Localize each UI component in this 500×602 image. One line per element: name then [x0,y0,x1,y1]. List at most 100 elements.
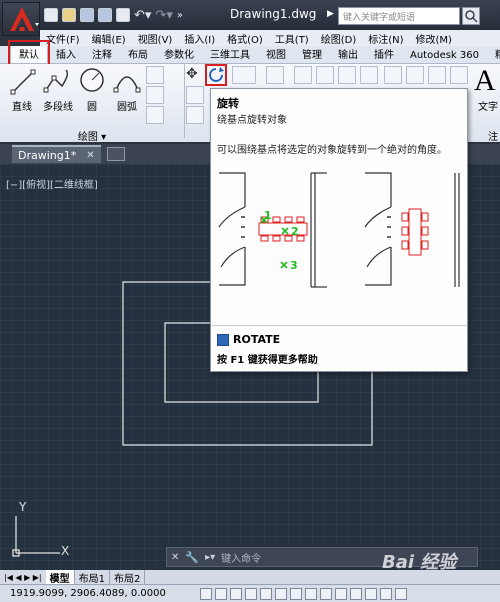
tab-autodesk-360[interactable]: Autodesk 360 [402,49,487,63]
layer-tool-4-icon[interactable] [360,66,378,84]
layer-tool-3-icon[interactable] [338,66,356,84]
print-icon[interactable] [116,8,130,22]
polyline-tool-icon[interactable] [42,66,72,98]
menu-format[interactable]: 格式(O) [221,31,269,46]
layer-tool-1-icon[interactable] [294,66,312,84]
tab-output[interactable]: 输出 [330,46,366,63]
new-file-icon[interactable] [44,8,58,22]
rectangle-tool-icon[interactable] [146,66,164,84]
tab-view[interactable]: 视图 [258,46,294,63]
layer-tool-2-icon[interactable] [316,66,334,84]
tooltip-title: 旋转 [217,97,239,110]
layout-tab-layout1[interactable]: 布局1 [75,570,111,584]
ellipse-tool-icon[interactable] [146,86,164,104]
tab-more[interactable]: 精 [487,46,500,63]
save-as-icon[interactable] [98,8,112,22]
layout-tab-bar: |◀ ◀ ▶ ▶| 模型 布局1 布局2 [0,570,500,584]
close-command-icon[interactable]: ✕ [171,552,179,563]
line-tool-icon[interactable] [8,66,38,98]
erase-tool-icon[interactable] [266,66,284,84]
marker-1: 1 [264,209,272,222]
menu-modify[interactable]: 修改(M) [410,31,458,46]
polar-tracking-icon[interactable] [260,587,272,600]
layer-tool-8-icon[interactable] [450,66,468,84]
coordinate-readout: 1919.9099, 2906.4089, 0.0000 [10,588,166,599]
application-menu-button[interactable] [2,2,40,36]
autocad-logo-icon [10,7,39,31]
command-icon [217,334,229,346]
marker-2: 2 [291,225,299,238]
polyline-tool-label[interactable]: 多段线 [38,98,78,113]
layer-tool-7-icon[interactable] [428,66,446,84]
rotate-tool-button[interactable] [205,64,227,86]
search-input[interactable]: 键入关键字或短语 [338,7,460,25]
tooltip-subtitle: 绕基点旋转对象 [217,115,287,126]
redo-icon[interactable]: ↷▾ [155,8,172,23]
copy-tool-icon[interactable] [186,86,204,104]
trim-tool-icon[interactable] [232,66,256,84]
layer-tool-6-icon[interactable] [406,66,424,84]
layout-tab-layout2[interactable]: 布局2 [110,570,146,584]
close-tab-icon[interactable]: ✕ [86,150,94,161]
dynamic-ucs-icon[interactable] [320,587,332,600]
quick-properties-icon[interactable] [380,587,392,600]
draw-panel-title[interactable]: 绘图 ▾ [0,128,184,143]
open-folder-icon[interactable] [62,8,76,22]
menu-edit[interactable]: 编辑(E) [86,31,132,46]
tooltip-help-hint: 按 F1 键获得更多帮助 [217,355,318,366]
save-icon[interactable] [80,8,94,22]
tab-layout[interactable]: 布局 [120,46,156,63]
arc-tool-icon[interactable] [112,64,142,96]
stretch-tool-icon[interactable] [186,106,204,124]
object-snap-icon[interactable] [275,587,287,600]
layer-tool-5-icon[interactable] [384,66,402,84]
line-tool-label[interactable]: 直线 [4,98,40,113]
dynamic-input-icon[interactable] [335,587,347,600]
move-tool-icon[interactable]: ✥ [186,66,198,82]
3d-object-snap-icon[interactable] [290,587,302,600]
more-icon[interactable]: » [177,10,183,21]
menu-draw[interactable]: 绘图(D) [315,31,363,46]
annotation-panel-title: 注 [488,132,498,143]
circle-tool-label[interactable]: 圆 [80,98,104,113]
quick-access-toolbar: ↶▾ ↷▾ » [44,5,183,25]
snap-mode-icon[interactable] [215,587,227,600]
arc-tool-label[interactable]: 圆弧 [112,98,142,113]
status-bar: 1919.9099, 2906.4089, 0.0000 [0,584,500,602]
undo-icon[interactable]: ↶▾ [134,8,151,23]
menu-view[interactable]: 视图(V) [132,31,179,46]
tab-annotate[interactable]: 注释 [84,46,120,63]
tab-3d-tools[interactable]: 三维工具 [202,46,258,63]
marker-3: 3 [290,259,298,272]
search-icon[interactable] [462,7,480,25]
ortho-mode-icon[interactable] [245,587,257,600]
text-tool-label[interactable]: 文字 [476,98,500,113]
menu-insert[interactable]: 插入(I) [178,31,221,46]
wrench-icon[interactable]: 🔧 [185,551,199,564]
object-snap-tracking-icon[interactable] [305,587,317,600]
tooltip-divider [211,325,467,326]
play-arrow-icon[interactable]: ▶ [327,9,334,19]
hatch-tool-icon[interactable] [146,106,164,124]
selection-cycling-icon[interactable] [395,587,407,600]
menu-dimension[interactable]: 标注(N) [362,31,409,46]
tab-insert[interactable]: 插入 [48,46,84,63]
tab-parametric[interactable]: 参数化 [156,46,202,63]
document-tab[interactable]: Drawing1* ✕ [12,145,101,163]
transparency-icon[interactable] [365,587,377,600]
panel-divider [184,64,185,138]
circle-tool-icon[interactable] [78,64,106,96]
tab-plugins[interactable]: 插件 [366,46,402,63]
new-tab-icon[interactable] [106,147,125,161]
layout-tab-model[interactable]: 模型 [45,570,75,584]
grid-display-icon[interactable] [230,587,242,600]
text-tool-icon[interactable]: A [474,64,496,98]
lineweight-icon[interactable] [350,587,362,600]
rotate-tooltip: 旋转 绕基点旋转对象 可以围绕基点将选定的对象旋转到一个绝对的角度。 1 2 3… [210,88,468,372]
menu-tools[interactable]: 工具(T) [269,31,315,46]
infer-constraints-icon[interactable] [200,587,212,600]
command-history-icon[interactable]: ▸▾ [205,552,215,563]
tab-manage[interactable]: 管理 [294,46,330,63]
command-input[interactable]: 键入命令 [221,550,261,565]
tab-nav-arrows-icon[interactable]: |◀ ◀ ▶ ▶| [0,573,46,582]
